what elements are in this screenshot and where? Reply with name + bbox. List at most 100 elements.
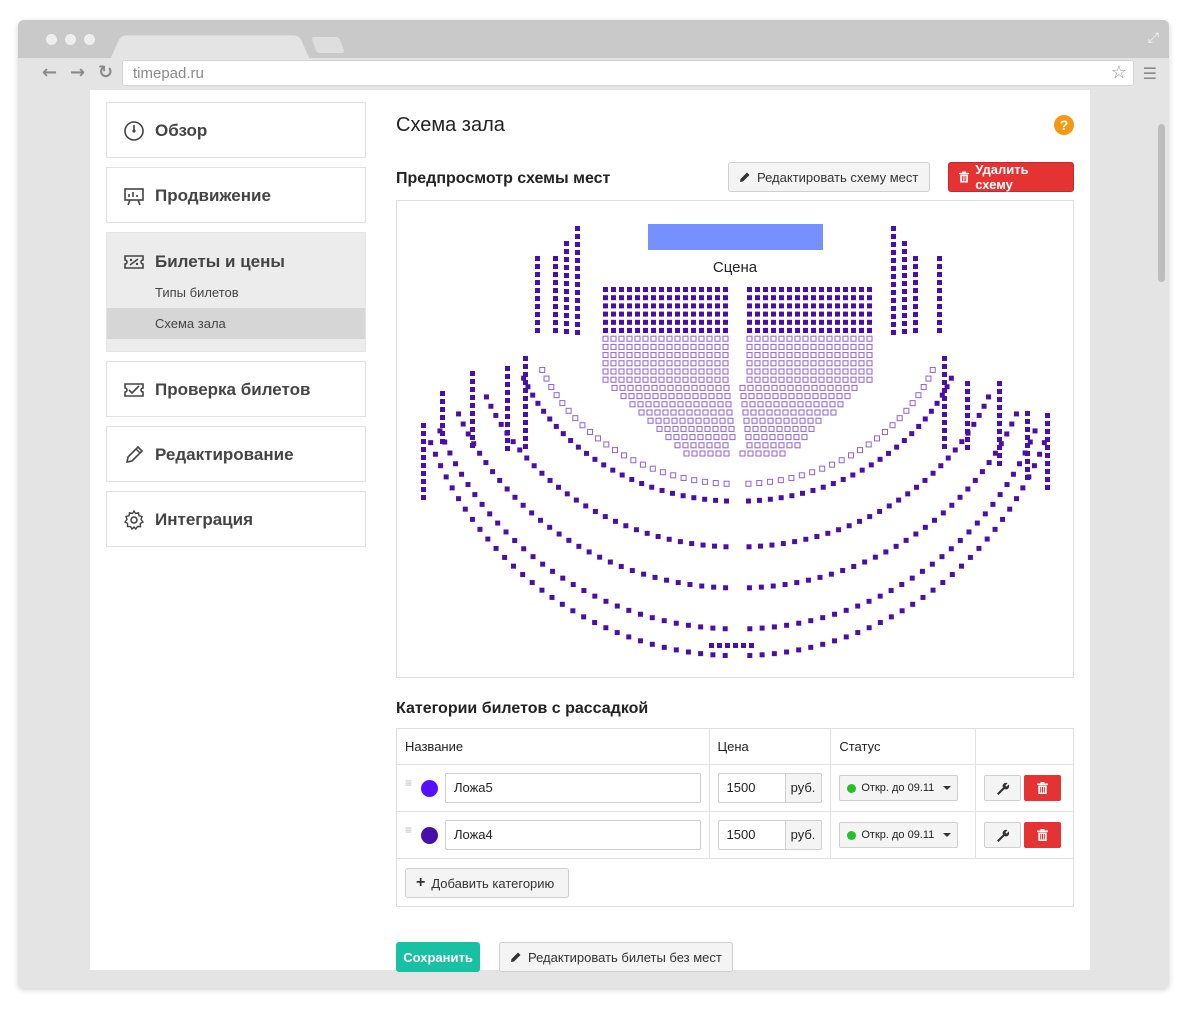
seat[interactable] (707, 311, 712, 317)
seat[interactable] (937, 288, 942, 293)
sidebar-item-ticket-check[interactable]: Проверка билетов (106, 361, 366, 417)
seat[interactable] (505, 422, 510, 427)
seat[interactable] (715, 450, 722, 457)
seat[interactable] (548, 383, 555, 390)
seat[interactable] (535, 288, 540, 293)
seat[interactable] (746, 352, 753, 359)
seat[interactable] (674, 343, 681, 350)
seat[interactable] (842, 368, 849, 375)
seat[interactable] (667, 328, 672, 333)
seat[interactable] (827, 295, 832, 301)
seat[interactable] (654, 409, 661, 416)
seat[interactable] (746, 585, 752, 591)
seat[interactable] (438, 463, 444, 469)
seat[interactable] (801, 434, 808, 441)
seat[interactable] (902, 329, 907, 334)
seat[interactable] (842, 343, 849, 350)
edit-scheme-button[interactable]: Редактировать схему мест (728, 162, 930, 192)
seat[interactable] (658, 335, 665, 342)
seat[interactable] (483, 394, 489, 400)
seat[interactable] (767, 478, 774, 485)
sidebar-item-editing[interactable]: Редактирование (106, 426, 366, 482)
seat[interactable] (782, 582, 788, 588)
seat[interactable] (834, 360, 841, 367)
seat[interactable] (835, 295, 840, 301)
seat[interactable] (712, 543, 718, 549)
seat[interactable] (634, 368, 641, 375)
seat[interactable] (747, 295, 752, 301)
seat[interactable] (770, 583, 776, 589)
seat[interactable] (523, 388, 528, 393)
seat[interactable] (778, 352, 785, 359)
seat[interactable] (619, 311, 624, 317)
seat[interactable] (692, 393, 699, 400)
seat[interactable] (456, 411, 462, 417)
seat[interactable] (559, 601, 565, 607)
seat[interactable] (490, 469, 496, 475)
scrollbar[interactable] (1158, 124, 1165, 282)
seat[interactable] (553, 392, 560, 399)
seat[interactable] (965, 381, 970, 386)
seat[interactable] (723, 287, 728, 292)
seat[interactable] (888, 588, 894, 594)
seat[interactable] (922, 477, 928, 483)
seat[interactable] (1045, 453, 1050, 458)
seat[interactable] (502, 554, 508, 560)
seat[interactable] (644, 530, 650, 536)
seat[interactable] (850, 352, 857, 359)
reload-icon[interactable]: ↻ (98, 62, 113, 83)
seat[interactable] (992, 526, 998, 532)
seat[interactable] (826, 376, 833, 383)
seat[interactable] (913, 280, 918, 285)
seat[interactable] (553, 312, 558, 317)
seat[interactable] (949, 502, 955, 508)
seat[interactable] (778, 360, 785, 367)
seat[interactable] (877, 508, 883, 514)
seat[interactable] (535, 320, 540, 325)
seat[interactable] (859, 295, 864, 301)
seat[interactable] (763, 311, 768, 317)
seat[interactable] (523, 372, 528, 377)
seat[interactable] (754, 360, 761, 367)
seat[interactable] (659, 311, 664, 317)
seat[interactable] (754, 368, 761, 375)
seat[interactable] (827, 287, 832, 292)
category-price-input[interactable]: 1500 (717, 773, 786, 803)
seat[interactable] (914, 484, 920, 490)
seat[interactable] (850, 368, 857, 375)
seat[interactable] (788, 474, 795, 481)
seat[interactable] (787, 311, 792, 317)
seat[interactable] (634, 376, 641, 383)
seat[interactable] (782, 409, 789, 416)
seat[interactable] (811, 303, 816, 309)
seat[interactable] (699, 319, 704, 325)
seat[interactable] (443, 474, 449, 480)
seat[interactable] (719, 417, 726, 424)
seat[interactable] (755, 384, 762, 391)
seat[interactable] (674, 376, 681, 383)
seat[interactable] (715, 328, 720, 333)
seat[interactable] (675, 384, 682, 391)
seat[interactable] (682, 376, 689, 383)
seat[interactable] (639, 461, 646, 468)
seat[interactable] (707, 295, 712, 301)
seat[interactable] (733, 643, 738, 648)
seat[interactable] (804, 393, 811, 400)
seat[interactable] (675, 287, 680, 292)
seat[interactable] (779, 303, 784, 309)
seat[interactable] (701, 401, 708, 408)
seat[interactable] (685, 401, 692, 408)
seat[interactable] (564, 321, 569, 326)
delete-category-button[interactable] (1024, 775, 1062, 801)
delete-scheme-button[interactable]: Удалить схему (948, 162, 1074, 192)
seat[interactable] (866, 598, 872, 604)
seat[interactable] (667, 303, 672, 309)
seat[interactable] (1010, 471, 1016, 477)
seat[interactable] (651, 384, 658, 391)
seat[interactable] (809, 469, 816, 476)
seat[interactable] (723, 319, 728, 325)
seat[interactable] (757, 543, 763, 549)
seat[interactable] (750, 409, 757, 416)
seat[interactable] (702, 409, 709, 416)
help-icon[interactable]: ? (1054, 115, 1074, 135)
